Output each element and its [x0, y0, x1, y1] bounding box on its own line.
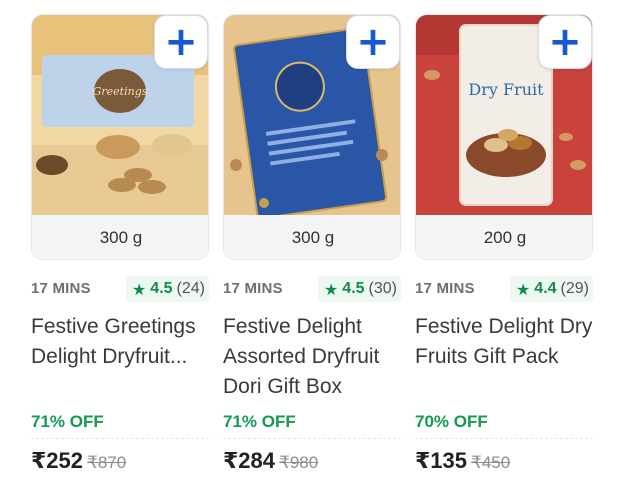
delivery-eta: 17 MINS	[223, 280, 283, 297]
product-weight: 200 g	[416, 215, 592, 259]
product-title[interactable]: Festive Greetings Delight Dryfruit...	[31, 312, 209, 372]
product-weight: 300 g	[224, 215, 400, 259]
selling-price: ₹252	[31, 448, 84, 473]
discount-label: 71% OFF	[31, 412, 104, 431]
product-card[interactable]: Greetings 300 g + 17 MINS ★ 4.5 (24) Fes…	[31, 14, 209, 494]
original-price: ₹450	[471, 453, 511, 472]
image-caption: Greetings	[93, 85, 148, 98]
star-icon: ★	[515, 279, 531, 299]
plus-icon: +	[164, 19, 198, 65]
product-card[interactable]: Dry Fruit 200 g + 17 MINS ★ 4.4 (29) Fes…	[415, 14, 593, 494]
price-row: ₹284 ₹980	[223, 448, 318, 474]
image-caption: Dry Fruit	[468, 80, 544, 99]
rating-count: (30)	[368, 280, 397, 297]
product-image-box[interactable]: 300 g +	[223, 14, 401, 260]
product-meta: 17 MINS ★ 4.5 (24)	[31, 276, 209, 302]
product-image-box[interactable]: Greetings 300 g +	[31, 14, 209, 260]
add-to-cart-button[interactable]: +	[346, 15, 400, 69]
selling-price: ₹284	[223, 448, 276, 473]
price-row: ₹252 ₹870	[31, 448, 126, 474]
product-image-box[interactable]: Dry Fruit 200 g +	[415, 14, 593, 260]
product-title[interactable]: Festive Delight Dry Fruits Gift Pack	[415, 312, 593, 372]
rating-badge: ★ 4.5 (30)	[317, 276, 401, 302]
add-to-cart-button[interactable]: +	[538, 15, 592, 69]
delivery-eta: 17 MINS	[31, 280, 91, 297]
product-title[interactable]: Festive Delight Assorted Dryfruit Dori G…	[223, 312, 401, 402]
plus-icon: +	[548, 19, 582, 65]
divider	[223, 438, 401, 439]
discount-label: 71% OFF	[223, 412, 296, 431]
star-icon: ★	[323, 279, 339, 299]
rating-count: (24)	[176, 280, 205, 297]
rating-score: 4.5	[150, 280, 173, 297]
rating-count: (29)	[560, 280, 589, 297]
product-weight: 300 g	[32, 215, 208, 259]
rating-score: 4.5	[342, 280, 365, 297]
rating-score: 4.4	[534, 280, 557, 297]
divider	[415, 438, 593, 439]
plus-icon: +	[356, 19, 390, 65]
rating-badge: ★ 4.5 (24)	[125, 276, 209, 302]
original-price: ₹870	[87, 453, 127, 472]
original-price: ₹980	[279, 453, 319, 472]
product-meta: 17 MINS ★ 4.4 (29)	[415, 276, 593, 302]
selling-price: ₹135	[415, 448, 468, 473]
discount-label: 70% OFF	[415, 412, 488, 431]
divider	[31, 438, 209, 439]
product-meta: 17 MINS ★ 4.5 (30)	[223, 276, 401, 302]
product-grid: Greetings 300 g + 17 MINS ★ 4.5 (24) Fes…	[0, 0, 619, 499]
rating-badge: ★ 4.4 (29)	[509, 276, 593, 302]
star-icon: ★	[131, 279, 147, 299]
price-row: ₹135 ₹450	[415, 448, 510, 474]
add-to-cart-button[interactable]: +	[154, 15, 208, 69]
delivery-eta: 17 MINS	[415, 280, 475, 297]
product-card[interactable]: 300 g + 17 MINS ★ 4.5 (30) Festive Delig…	[223, 14, 401, 494]
